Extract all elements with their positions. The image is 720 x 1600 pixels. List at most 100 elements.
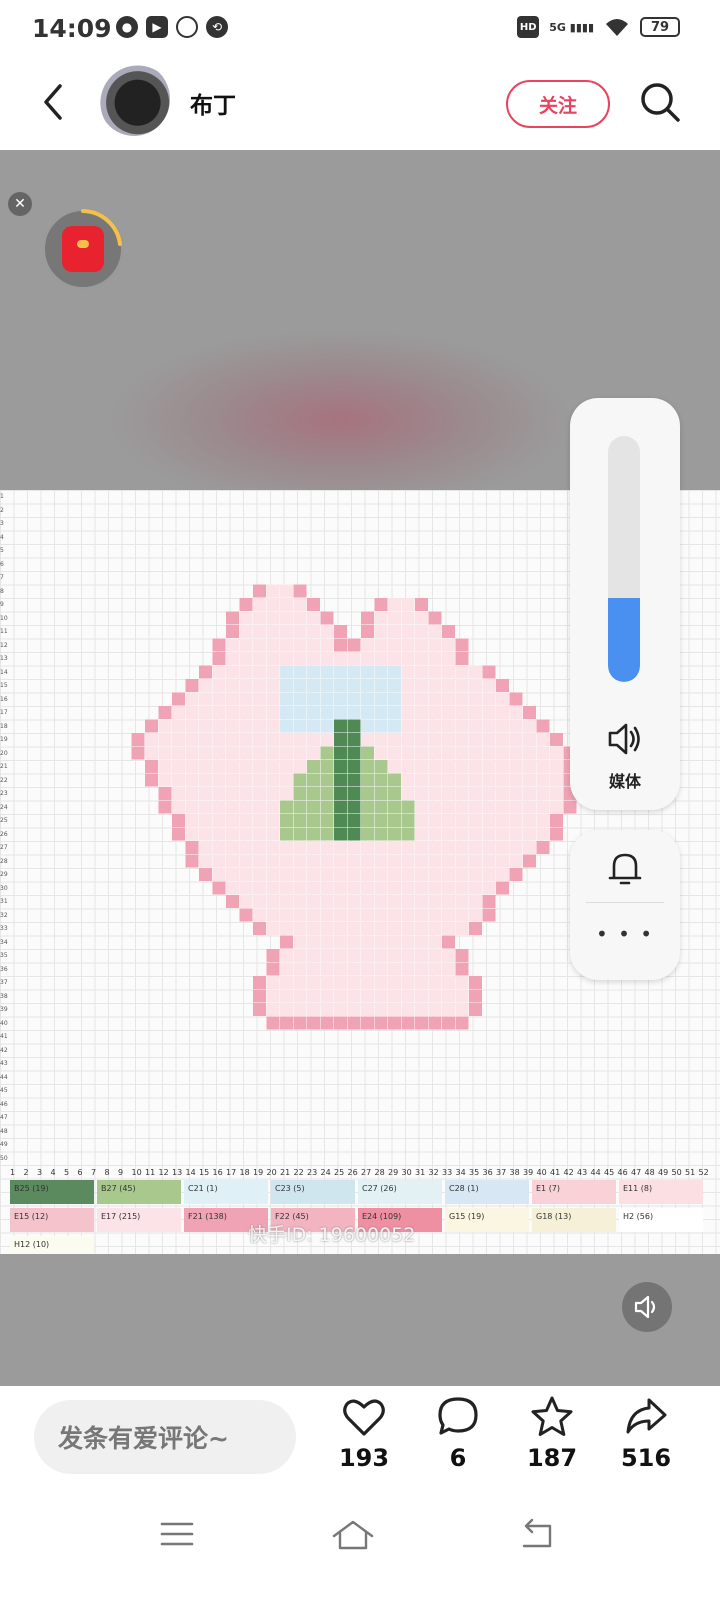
bead-cell [158, 733, 172, 746]
bead-cell [212, 638, 226, 652]
bead-cell [293, 1003, 307, 1016]
legend-item: E17 (215) [97, 1208, 181, 1232]
favorite-button[interactable]: 187 [512, 1394, 592, 1472]
bead-cell [266, 679, 280, 692]
bead-cell [469, 746, 482, 760]
back-nav-icon[interactable] [516, 1514, 562, 1554]
bead-cell [320, 935, 334, 949]
bead-cell [320, 881, 334, 895]
bead-cell [374, 922, 388, 935]
link-notification-icon: ⟲ [206, 16, 228, 38]
column-label: 10 [131, 1168, 142, 1177]
bead-cell [280, 962, 293, 976]
bead-cell [509, 854, 523, 868]
bead-cell [185, 841, 199, 854]
bead-cell [442, 746, 455, 760]
bead-cell [307, 598, 320, 611]
red-packet-button[interactable] [42, 208, 124, 290]
bead-cell [226, 800, 239, 814]
bead-cell [388, 598, 401, 611]
bead-cell [361, 854, 374, 868]
column-label: 50 [671, 1168, 682, 1177]
bead-cell [401, 989, 415, 1003]
bead-cell [455, 989, 469, 1003]
status-time: 14:09 [32, 14, 112, 43]
bead-cell [415, 665, 428, 679]
more-options-icon[interactable]: • • • [570, 922, 680, 946]
bead-cell [496, 692, 509, 706]
bead-cell [334, 787, 347, 800]
bead-cell [253, 746, 266, 760]
bead-cell [320, 1003, 334, 1016]
search-icon[interactable] [638, 80, 682, 124]
home-icon[interactable] [330, 1514, 376, 1554]
bead-cell [428, 665, 442, 679]
bead-cell [415, 625, 428, 638]
author-name[interactable]: 布丁 [190, 86, 236, 120]
bead-cell [361, 760, 374, 773]
bead-cell [401, 611, 415, 625]
follow-button[interactable]: 关注 [506, 80, 610, 128]
bead-cell [307, 868, 320, 881]
bead-cell [509, 800, 523, 814]
bead-cell [253, 692, 266, 706]
bell-icon[interactable] [606, 848, 644, 888]
bead-cell [374, 611, 388, 625]
bead-cell [266, 895, 280, 908]
bead-cell [455, 908, 469, 922]
bead-cell [253, 625, 266, 638]
bead-cell [172, 692, 185, 706]
share-button[interactable]: 516 [606, 1394, 686, 1472]
bead-cell [334, 881, 347, 895]
bead-cell [280, 841, 293, 854]
column-label: 6 [77, 1168, 83, 1177]
bead-cell [280, 584, 293, 598]
comment-input[interactable]: 发条有爱评论~ [34, 1400, 296, 1474]
volume-slider-fill [608, 598, 640, 682]
bead-cell [469, 733, 482, 746]
bead-cell [347, 989, 361, 1003]
bead-cell [415, 679, 428, 692]
bead-cell [145, 733, 158, 746]
bead-cell [334, 949, 347, 962]
sound-toggle-button[interactable] [622, 1282, 672, 1332]
menu-icon[interactable] [154, 1514, 200, 1554]
bead-cell [428, 706, 442, 719]
bead-cell [293, 611, 307, 625]
bead-cell [172, 706, 185, 719]
bead-cell [455, 976, 469, 989]
bead-cell [212, 679, 226, 692]
bead-cell [442, 719, 455, 733]
avatar[interactable] [98, 62, 170, 136]
bead-cell [185, 719, 199, 733]
bead-cell [469, 814, 482, 827]
bead-cell [401, 625, 415, 638]
column-label: 25 [334, 1168, 345, 1177]
legend-item: H2 (56) [619, 1208, 703, 1232]
bead-cell [415, 733, 428, 746]
bead-cell [280, 854, 293, 868]
bead-cell [442, 881, 455, 895]
bead-cell [280, 625, 293, 638]
media-speaker-icon[interactable] [606, 720, 644, 758]
bottom-action-bar: 发条有爱评论~ 193 6 187 516 [0, 1386, 720, 1496]
comment-button[interactable]: 6 [418, 1394, 498, 1472]
close-redpacket-button[interactable]: ✕ [8, 192, 32, 216]
bead-cell [442, 827, 455, 841]
bead-cell [280, 611, 293, 625]
bead-cell [280, 1016, 293, 1030]
star-icon [531, 1396, 573, 1436]
bead-cell [347, 692, 361, 706]
volume-slider[interactable] [608, 436, 640, 682]
bead-cell [361, 881, 374, 895]
bead-cell [239, 800, 253, 814]
bead-cell [469, 976, 482, 989]
back-arrow-icon[interactable] [34, 80, 74, 124]
bead-cell [523, 800, 536, 814]
column-label: 34 [455, 1168, 466, 1177]
bead-cell [307, 692, 320, 706]
column-label: 23 [307, 1168, 318, 1177]
like-button[interactable]: 193 [324, 1394, 404, 1472]
bead-cell [280, 827, 293, 841]
bead-cell [455, 922, 469, 935]
